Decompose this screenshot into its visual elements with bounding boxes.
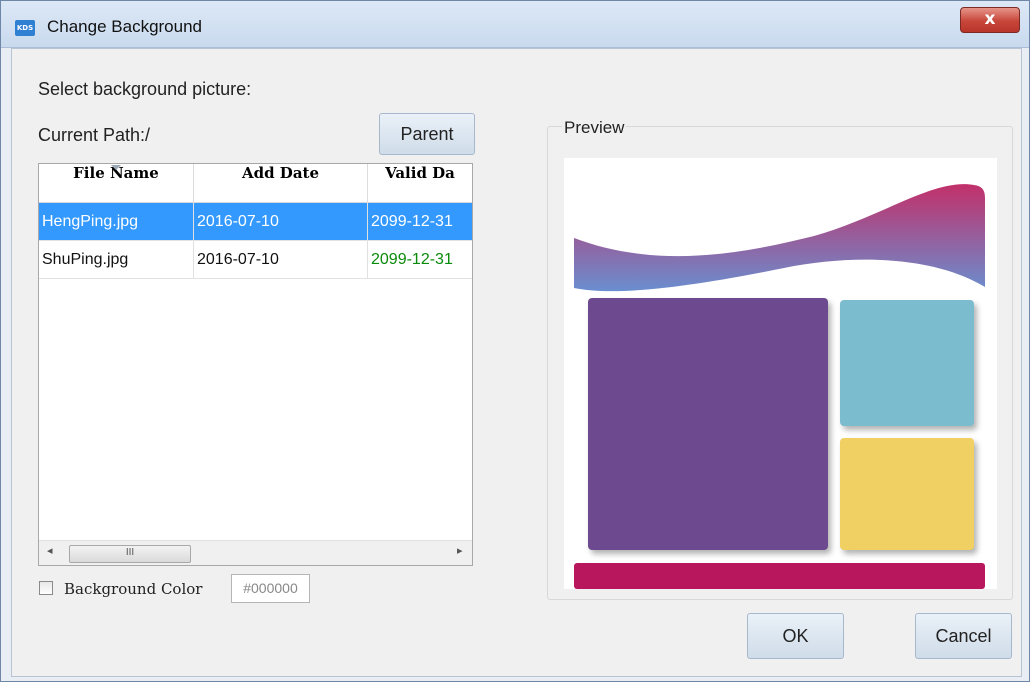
title-bar[interactable]: KDS Change Background x	[1, 1, 1029, 48]
cell-add-date: 2016-07-10	[194, 203, 368, 240]
preview-wave	[574, 184, 985, 292]
table-row[interactable]: ShuPing.jpg 2016-07-10 2099-12-31	[39, 241, 472, 279]
cancel-button[interactable]: Cancel	[915, 613, 1012, 659]
cell-add-date: 2016-07-10	[194, 241, 368, 278]
file-table[interactable]: File Name Add Date Valid Da HengPing.jpg…	[38, 163, 473, 566]
column-header-add-date[interactable]: Add Date	[194, 164, 368, 202]
select-background-label: Select background picture:	[38, 79, 252, 99]
preview-purple-tile	[588, 298, 828, 550]
change-background-dialog: KDS Change Background x Select backgroun…	[0, 0, 1030, 682]
background-color-checkbox[interactable]	[39, 581, 53, 595]
column-header-file-name[interactable]: File Name	[39, 164, 194, 202]
preview-title: Preview	[562, 118, 627, 138]
preview-graphic	[574, 184, 985, 589]
cell-file-name: ShuPing.jpg	[39, 241, 194, 278]
table-row[interactable]: HengPing.jpg 2016-07-10 2099-12-31	[39, 203, 472, 241]
column-header-valid-date[interactable]: Valid Da	[368, 164, 472, 202]
ok-button[interactable]: OK	[747, 613, 844, 659]
current-path-label: Current Path:/	[38, 125, 151, 145]
window-title: Change Background	[47, 17, 203, 36]
preview-bottom-strip	[574, 563, 985, 589]
cell-file-name: HengPing.jpg	[39, 203, 194, 240]
table-header: File Name Add Date Valid Da	[39, 164, 472, 203]
scroll-left-icon[interactable]: ◂	[47, 544, 53, 557]
preview-blue-tile	[840, 300, 974, 426]
cell-valid-date: 2099-12-31	[371, 213, 453, 230]
preview-image	[564, 158, 997, 589]
cell-valid-date: 2099-12-31	[371, 251, 453, 268]
scroll-thumb[interactable]: III	[69, 545, 191, 563]
background-color-label: Background Color	[64, 580, 203, 598]
app-icon: KDS	[15, 20, 35, 36]
scroll-right-icon[interactable]: ▸	[457, 544, 463, 557]
sort-indicator-icon	[111, 165, 121, 170]
preview-yellow-tile	[840, 438, 974, 550]
close-button[interactable]: x	[960, 7, 1020, 33]
horizontal-scrollbar[interactable]: ◂ III ▸	[39, 540, 472, 565]
background-color-field[interactable]: #000000	[231, 574, 310, 603]
parent-button[interactable]: Parent	[379, 113, 475, 155]
